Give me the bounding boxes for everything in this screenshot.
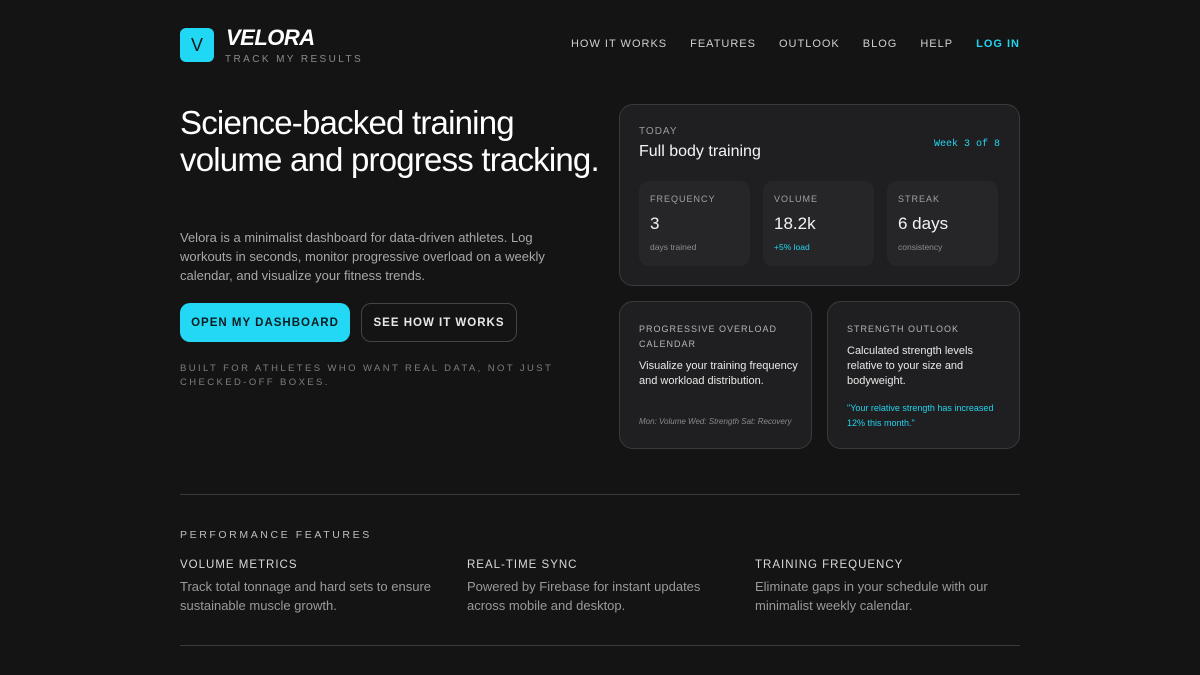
stat-frequency: FREQUENCY 3 days trained [639, 181, 750, 266]
divider [180, 494, 1020, 495]
stat-sub: consistency [898, 242, 943, 252]
today-title: Full body training [639, 143, 761, 160]
stat-sub: days trained [650, 242, 697, 252]
feature-training-frequency: TRAINING FREQUENCY Eliminate gaps in you… [755, 559, 1025, 615]
card-label: STRENGTH OUTLOOK [847, 324, 960, 334]
hero-title: Science-backed training volume and progr… [180, 104, 600, 178]
landing-page: V VELORA TRACK MY RESULTS HOW IT WORKS F… [0, 0, 1200, 675]
strength-outlook-card: STRENGTH OUTLOOK Calculated strength lev… [827, 301, 1020, 449]
open-dashboard-button[interactable]: OPEN MY DASHBOARD [180, 303, 350, 342]
stat-label: FREQUENCY [650, 194, 716, 204]
login-link[interactable]: LOG IN [976, 38, 1020, 50]
stat-sub: +5% load [774, 242, 810, 252]
stat-value: 6 days [898, 214, 949, 233]
card-quote: "Your relative strength has increased 12… [847, 403, 994, 428]
feature-description: Powered by Firebase for instant updates … [467, 579, 701, 613]
overload-calendar-card: PROGRESSIVE OVERLOAD CALENDAR Visualize … [619, 301, 812, 449]
stat-value: 3 [650, 214, 660, 233]
nav-help[interactable]: HELP [920, 38, 953, 50]
nav-features[interactable]: FEATURES [690, 38, 756, 50]
feature-description: Eliminate gaps in your schedule with our… [755, 579, 988, 613]
today-card: TODAY Full body training Week 3 of 8 FRE… [619, 104, 1020, 286]
features-heading: PERFORMANCE FEATURES [180, 529, 372, 541]
stat-volume: VOLUME 18.2k +5% load [763, 181, 874, 266]
stat-label: STREAK [898, 194, 941, 204]
top-nav: HOW IT WORKS FEATURES OUTLOOK BLOG HELP … [571, 38, 1020, 50]
card-text: Calculated strength levels relative to y… [847, 345, 973, 387]
hero-description: Velora is a minimalist dashboard for dat… [180, 230, 545, 283]
feature-title: VOLUME METRICS [180, 559, 298, 571]
logo-icon[interactable]: V [180, 28, 214, 62]
card-text: Visualize your training frequency and wo… [639, 360, 798, 387]
nav-how-it-works[interactable]: HOW IT WORKS [571, 38, 667, 50]
week-indicator: Week 3 of 8 [933, 139, 1000, 150]
see-how-it-works-button[interactable]: SEE HOW IT WORKS [361, 303, 517, 342]
stat-label: VOLUME [774, 194, 819, 204]
divider [180, 645, 1020, 646]
nav-outlook[interactable]: OUTLOOK [779, 38, 840, 50]
feature-title: TRAINING FREQUENCY [755, 559, 904, 571]
feature-title: REAL-TIME SYNC [467, 559, 578, 571]
card-label: PROGRESSIVE OVERLOAD CALENDAR [639, 324, 778, 349]
today-label: TODAY [639, 126, 678, 137]
feature-real-time-sync: REAL-TIME SYNC Powered by Firebase for i… [467, 559, 737, 615]
stat-value: 18.2k [774, 214, 816, 233]
stat-streak: STREAK 6 days consistency [887, 181, 998, 266]
feature-volume-metrics: VOLUME METRICS Track total tonnage and h… [180, 559, 450, 615]
feature-description: Track total tonnage and hard sets to ens… [180, 579, 432, 613]
nav-blog[interactable]: BLOG [863, 38, 898, 50]
brand-name[interactable]: VELORA [226, 25, 315, 51]
brand-tagline: TRACK MY RESULTS [225, 54, 364, 65]
hero-note: BUILT FOR ATHLETES WHO WANT REAL DATA, N… [180, 363, 554, 388]
card-footer: Mon: Volume Wed: Strength Sat: Recovery [639, 417, 792, 426]
